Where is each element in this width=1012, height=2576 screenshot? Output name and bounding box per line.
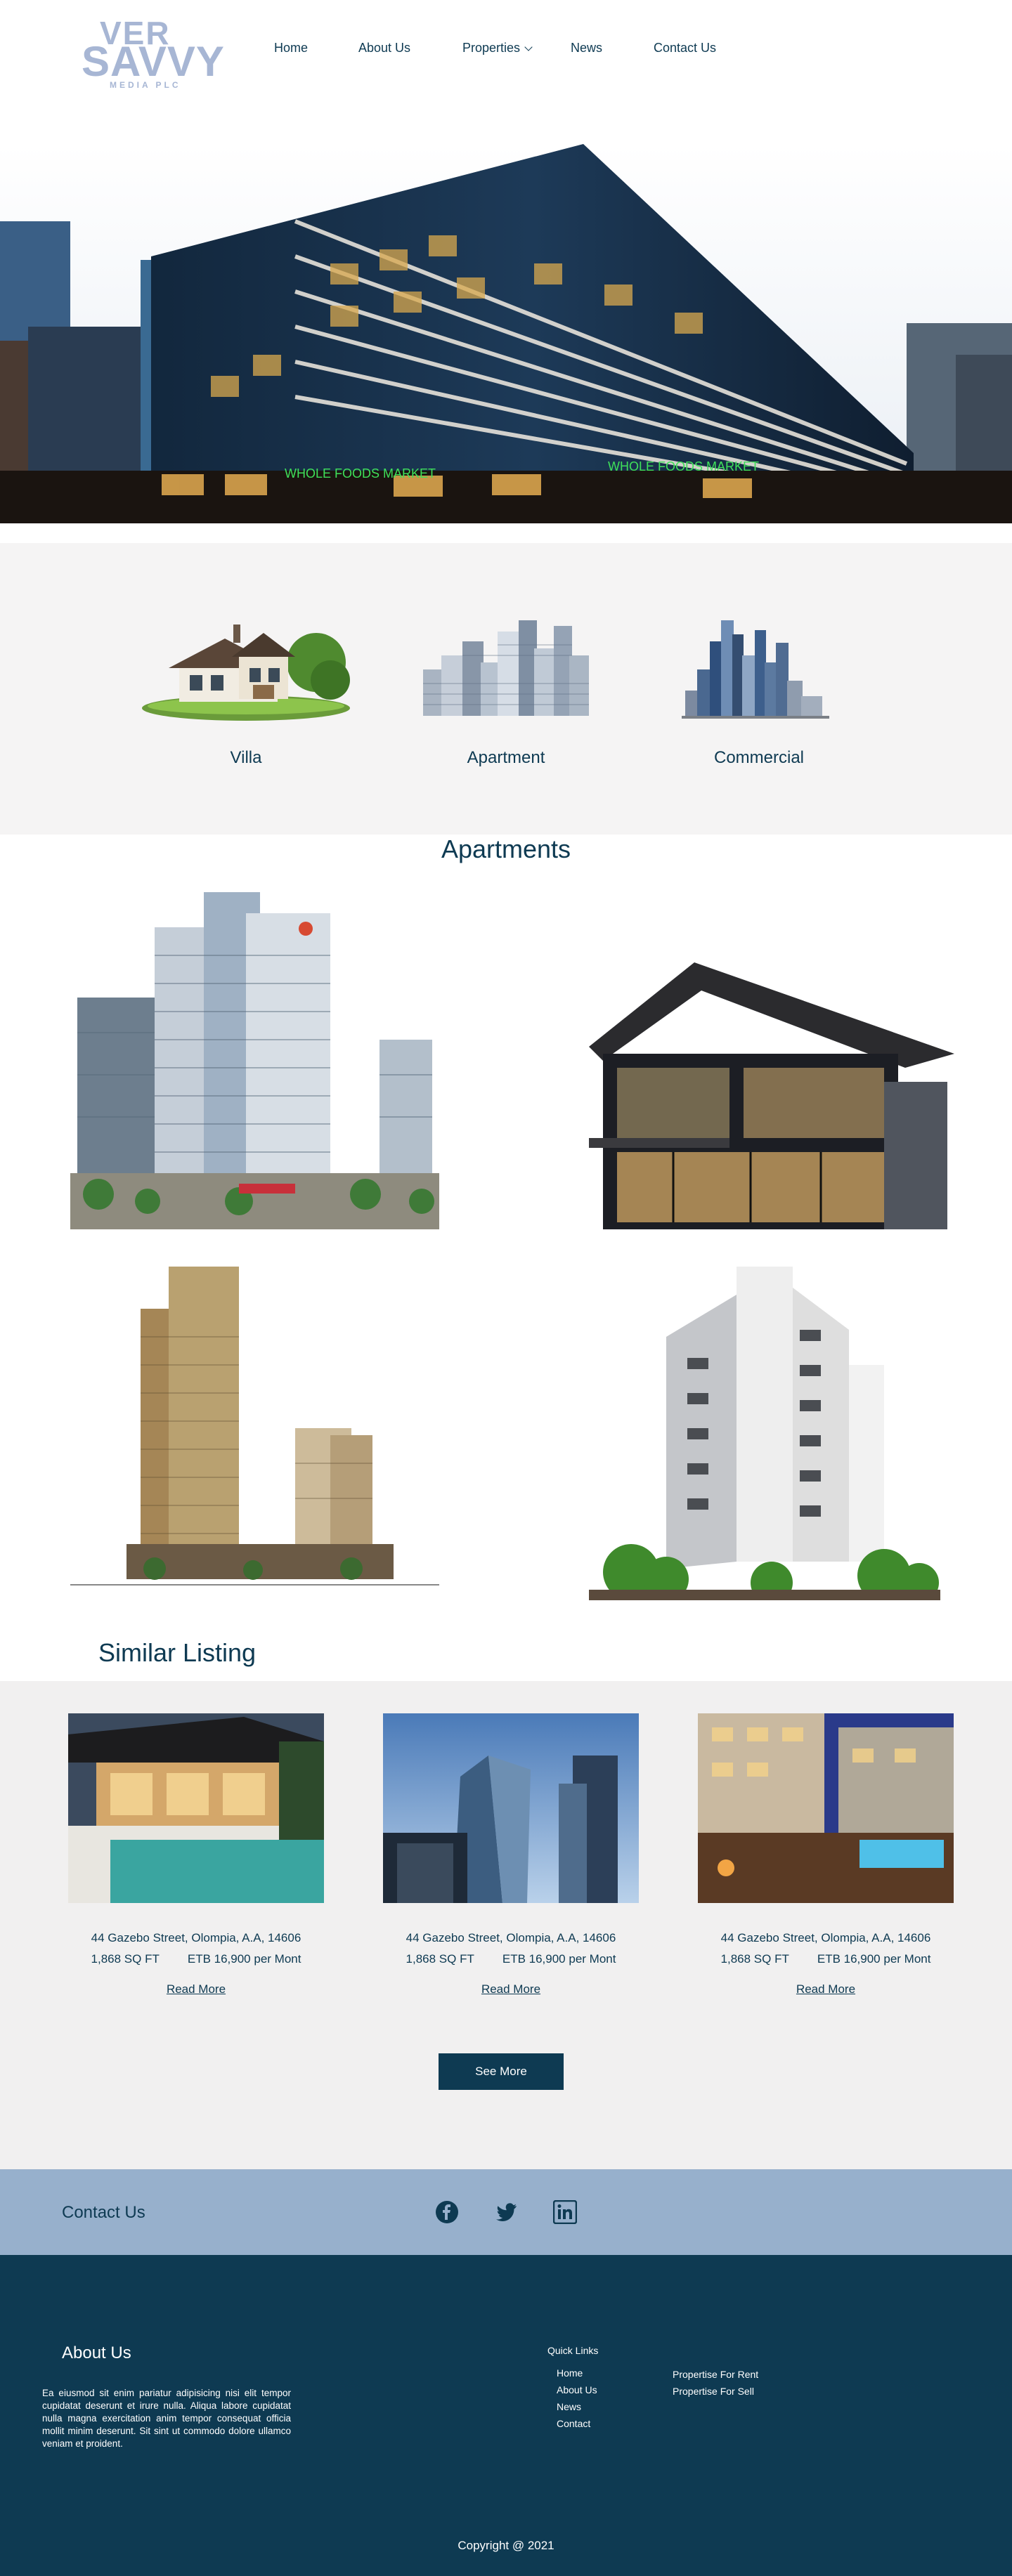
site-logo[interactable]: VER SAVVY MEDIA PLC (79, 15, 224, 90)
listing-photo[interactable] (68, 1713, 324, 1903)
contact-strip: Contact Us (0, 2169, 1012, 2255)
contact-title: Contact Us (62, 2203, 145, 2222)
listing-photo[interactable] (698, 1713, 954, 1903)
apartment-towers-image (423, 620, 589, 716)
footer-link-news[interactable]: News (557, 2398, 597, 2415)
similar-listing-title: Similar Listing (98, 1638, 257, 1667)
hero-image: WHOLE FOODS MARKET WHOLE FOODS MARKET (0, 144, 1012, 523)
read-more-link[interactable]: Read More (383, 1982, 639, 1996)
apartment-image-1[interactable] (70, 892, 439, 1229)
listing-address: 44 Gazebo Street, Olompia, A.A, 14606 (720, 1931, 931, 1944)
chevron-down-icon (524, 43, 533, 51)
white-apartment-building-image (589, 1267, 940, 1600)
highrise-tower-image (70, 892, 439, 1229)
linkedin-icon[interactable] (553, 2200, 577, 2224)
listing-price: ETB 16,900 per Mont (817, 1952, 931, 1966)
twin-towers-image (70, 1267, 439, 1586)
footer-link-contact[interactable]: Contact (557, 2415, 597, 2432)
villa-pool-photo (68, 1713, 324, 1903)
category-label: Villa (230, 748, 262, 767)
nav-home[interactable]: Home (274, 41, 308, 55)
page: VER SAVVY MEDIA PLC Home About Us Proper… (0, 0, 1012, 2576)
similar-listing-section: 44 Gazebo Street, Olompia, A.A, 14606 1,… (0, 1681, 1012, 2169)
apartment-image-2[interactable] (589, 962, 954, 1229)
listing-meta: 1,868 SQ FT ETB 16,900 per Mont (68, 1952, 324, 1966)
footer-link-home[interactable]: Home (557, 2365, 597, 2381)
footer-link-about-us[interactable]: About Us (557, 2381, 597, 2398)
category-commercial[interactable]: Commercial (654, 613, 864, 767)
listing-price: ETB 16,900 per Mont (187, 1952, 301, 1966)
property-categories: Villa Apartment Commercial (0, 543, 1012, 835)
see-more-button[interactable]: See More (439, 2053, 564, 2090)
listing-meta: 1,868 SQ FT ETB 16,900 per Mont (698, 1952, 954, 1966)
villa-house-image (142, 625, 350, 721)
courtyard-pool-photo (698, 1713, 954, 1903)
nav-about-us[interactable]: About Us (358, 41, 410, 55)
nav-properties-label: Properties (462, 41, 521, 55)
site-footer: About Us Ea eiusmod sit enim pariatur ad… (0, 2255, 1012, 2576)
footer-about-title: About Us (62, 2343, 131, 2362)
listing-address: 44 Gazebo Street, Olompia, A.A, 14606 (406, 1931, 616, 1944)
footer-about-text: Ea eiusmod sit enim pariatur adipisicing… (42, 2388, 291, 2449)
listing-area: 1,868 SQ FT (91, 1952, 160, 1966)
listing-meta: 1,868 SQ FT ETB 16,900 per Mont (383, 1952, 639, 1966)
read-more-link[interactable]: Read More (698, 1982, 954, 1996)
site-header: VER SAVVY MEDIA PLC Home About Us Proper… (0, 0, 1012, 98)
logo-line-3: MEDIA PLC (110, 80, 181, 90)
facebook-icon[interactable] (435, 2200, 459, 2224)
logo-line-2: SAVVY (82, 38, 225, 85)
glass-towers-photo (383, 1713, 639, 1903)
hero-storefront-sign-2: WHOLE FOODS MARKET (608, 459, 759, 473)
apartment-image-4[interactable] (589, 1267, 940, 1600)
quick-links: Home About Us News Contact (557, 2365, 597, 2432)
hero-storefront-sign: WHOLE FOODS MARKET (285, 466, 436, 480)
listing-address: 44 Gazebo Street, Olompia, A.A, 14606 (91, 1931, 301, 1944)
commercial-skyline-image (682, 620, 829, 719)
category-label: Commercial (713, 748, 804, 767)
read-more-link[interactable]: Read More (68, 1982, 324, 1996)
quick-links-title: Quick Links (547, 2345, 599, 2356)
footer-link-rent[interactable]: Propertise For Rent (673, 2366, 758, 2383)
property-links: Propertise For Rent Propertise For Sell (673, 2366, 758, 2400)
listing-price: ETB 16,900 per Mont (502, 1952, 616, 1966)
footer-link-sell[interactable]: Propertise For Sell (673, 2383, 758, 2400)
listing-area: 1,868 SQ FT (720, 1952, 789, 1966)
category-label: Apartment (467, 748, 545, 767)
hero-building-illustration: WHOLE FOODS MARKET WHOLE FOODS MARKET (0, 144, 1012, 523)
nav-contact-us[interactable]: Contact Us (654, 41, 716, 55)
category-villa[interactable]: Villa (141, 613, 351, 767)
twitter-icon[interactable] (494, 2200, 518, 2224)
apartments-title: Apartments (441, 835, 571, 863)
apartment-image-3[interactable] (70, 1267, 439, 1586)
nav-news[interactable]: News (571, 41, 602, 55)
category-apartment[interactable]: Apartment (401, 613, 611, 767)
nav-properties[interactable]: Properties (462, 41, 533, 55)
listing-photo[interactable] (383, 1713, 639, 1903)
listing-area: 1,868 SQ FT (406, 1952, 474, 1966)
copyright: Copyright @ 2021 (458, 2539, 554, 2552)
modern-house-image (589, 962, 954, 1229)
